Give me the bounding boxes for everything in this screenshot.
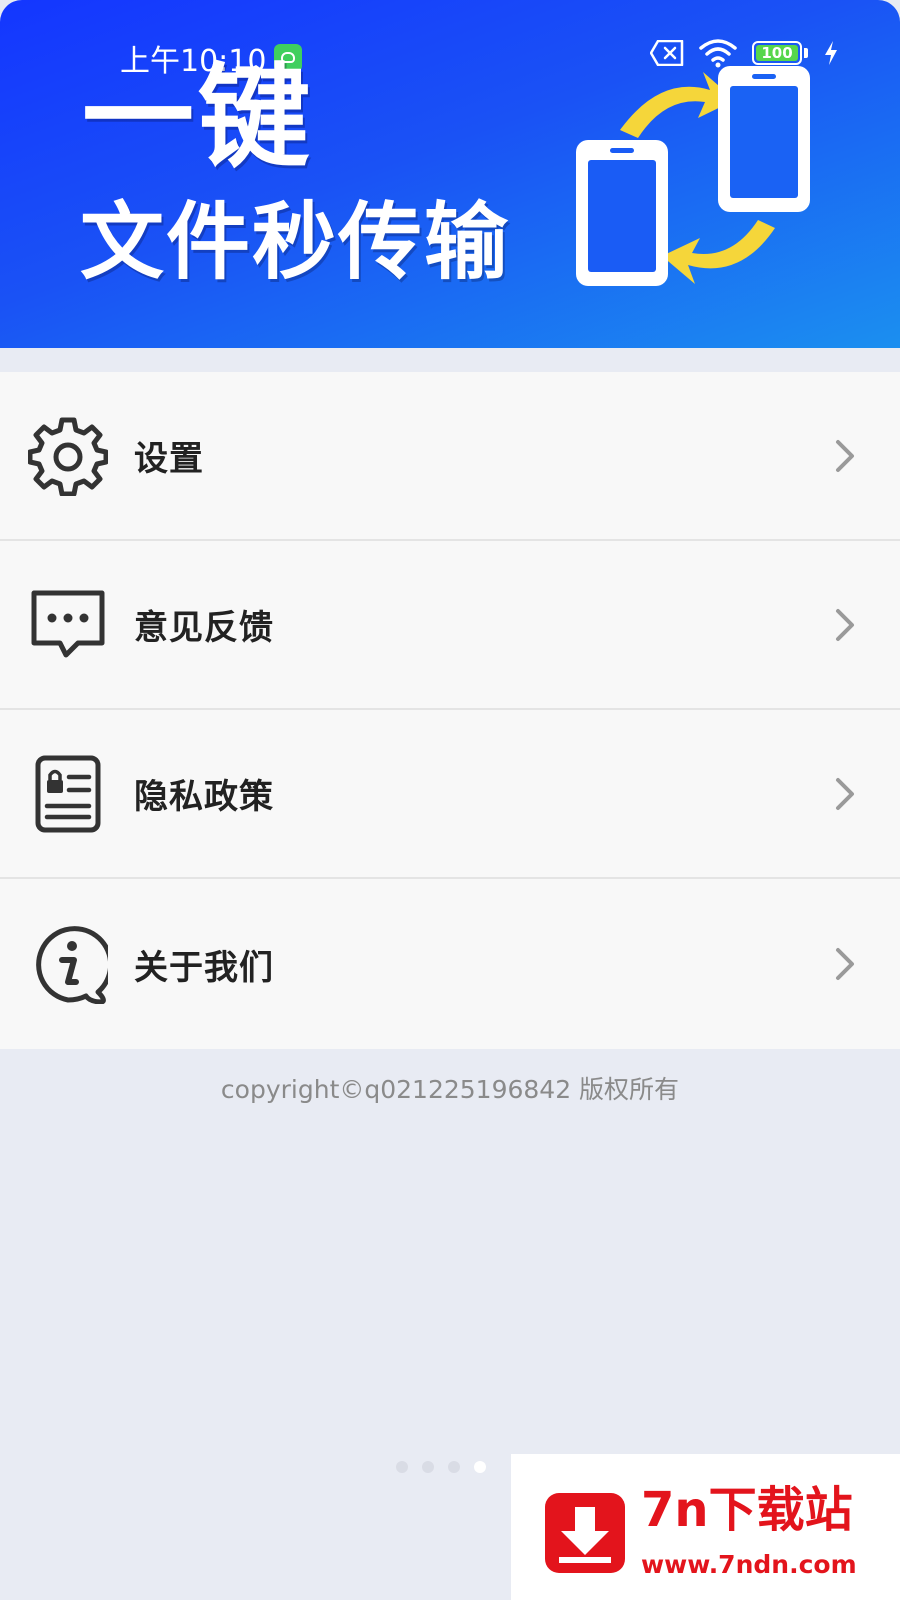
page-dot xyxy=(396,1461,408,1473)
chevron-right-icon xyxy=(836,439,854,472)
site-watermark: 7n下载站 www.7ndn.com xyxy=(511,1454,900,1600)
watermark-title: 7n下载站 xyxy=(641,1482,853,1538)
header-banner: 上午10:10 100 一键 文件秒传输 xyxy=(0,0,900,348)
copyright-text: copyright©q021225196842 版权所有 xyxy=(220,1075,680,1104)
chevron-right-icon xyxy=(836,777,854,810)
menu-item-label: 隐私政策 xyxy=(134,777,274,817)
chat-bubble-icon xyxy=(31,590,105,657)
page-dot xyxy=(422,1461,434,1473)
menu-item-label: 意见反馈 xyxy=(134,608,274,648)
settings-menu: 设置 意见反馈 隐私政策 关于我们 xyxy=(0,372,900,1049)
menu-item-about-us[interactable]: 关于我们 xyxy=(0,879,900,1049)
chevron-right-icon xyxy=(836,948,854,980)
page-dot xyxy=(448,1461,460,1473)
phone-transfer-illustration xyxy=(576,66,810,286)
menu-item-feedback[interactable]: 意见反馈 xyxy=(0,541,900,710)
download-logo-icon xyxy=(545,1493,625,1573)
banner-headline: 一键 xyxy=(82,53,314,183)
menu-item-label: 关于我们 xyxy=(134,947,274,988)
page-indicator xyxy=(396,1461,486,1473)
info-icon xyxy=(36,926,108,1004)
chevron-right-icon xyxy=(836,608,854,641)
page-dot-active xyxy=(474,1461,486,1473)
watermark-url: www.7ndn.com xyxy=(641,1550,857,1579)
menu-item-label: 设置 xyxy=(134,439,204,479)
banner-subheadline: 文件秒传输 xyxy=(80,193,511,291)
privacy-card-icon xyxy=(35,755,101,832)
menu-item-privacy-policy[interactable]: 隐私政策 xyxy=(0,710,900,879)
gear-icon xyxy=(28,417,108,496)
battery-level: 100 xyxy=(756,44,798,62)
menu-item-settings[interactable]: 设置 xyxy=(0,372,900,541)
